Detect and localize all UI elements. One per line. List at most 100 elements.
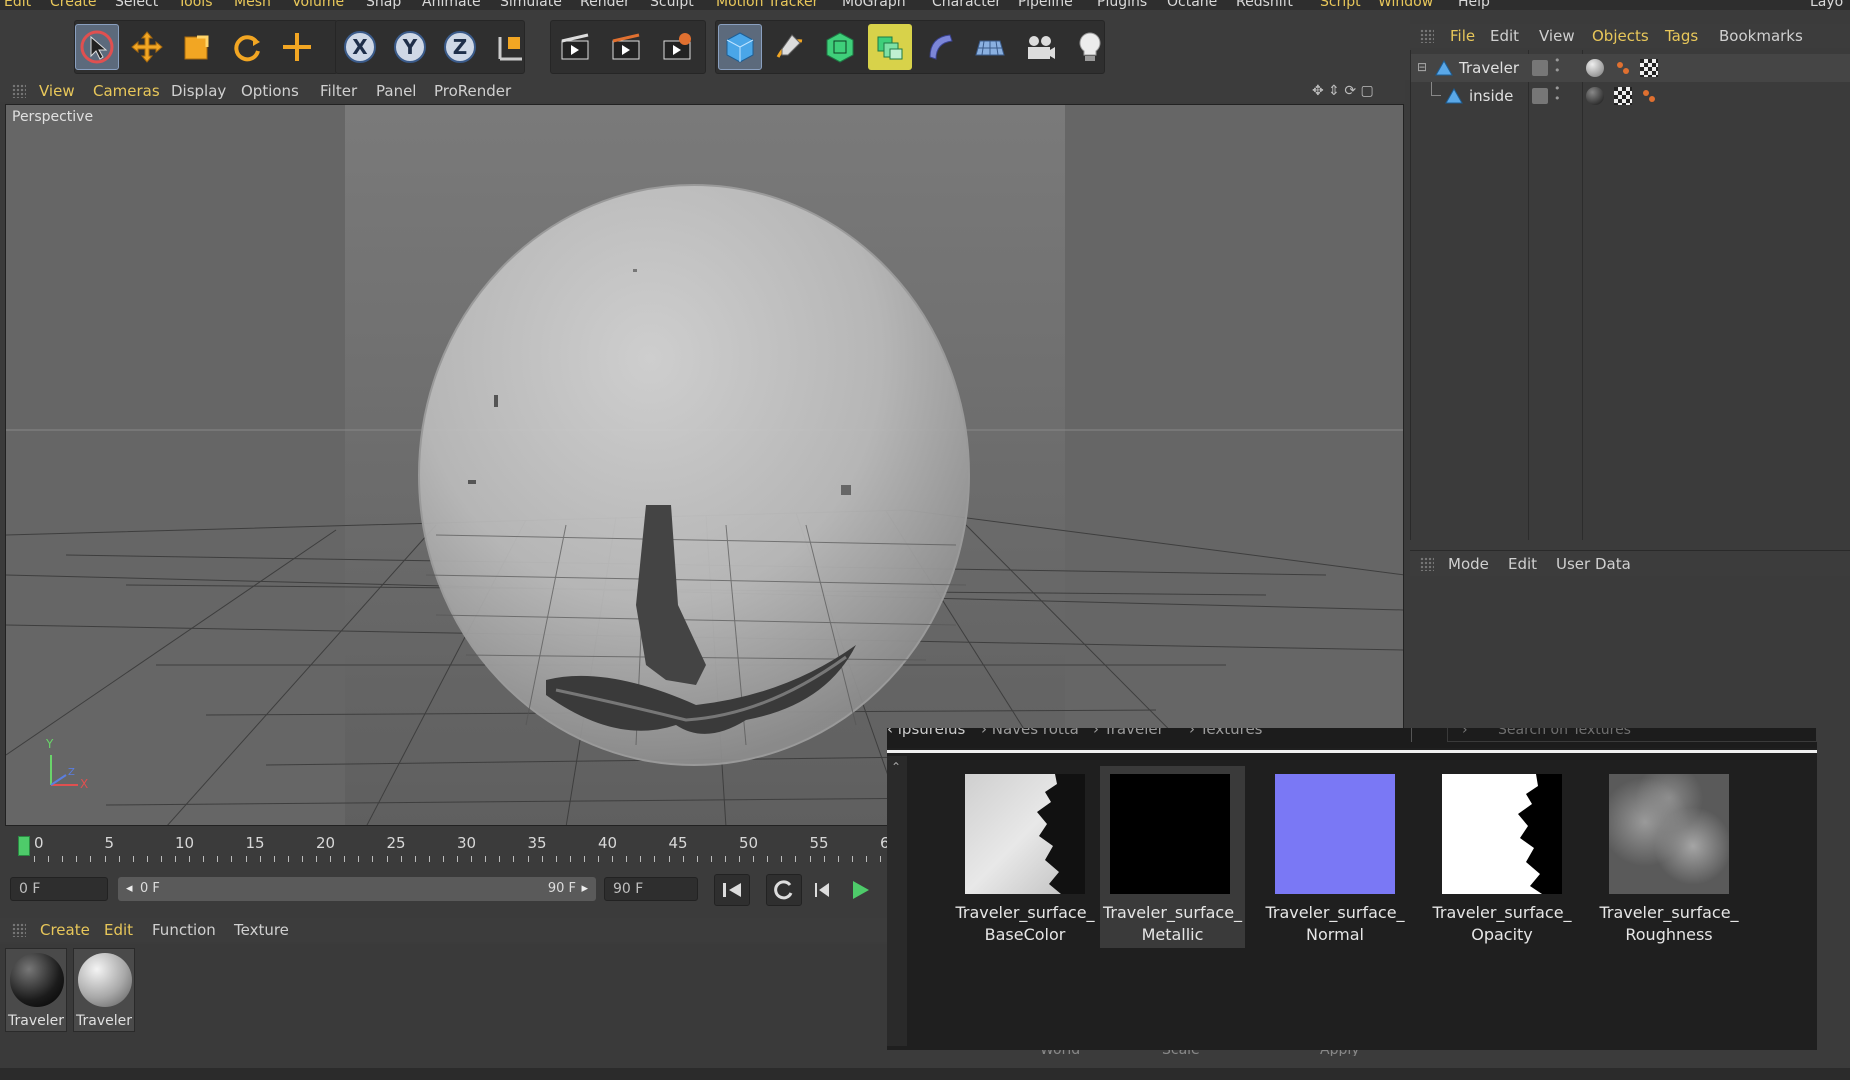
material-tag-icon[interactable] [1586,87,1604,105]
viewport-menu-filter[interactable]: Filter [320,82,357,100]
coordinate-system-button[interactable] [488,24,532,70]
perspective-viewport[interactable]: Perspective Y X Z [5,104,1404,826]
menu-octane[interactable]: Octane [1167,0,1217,10]
object-menu-bookmarks[interactable]: Bookmarks [1719,27,1803,45]
object-menu-edit[interactable]: Edit [1490,27,1519,45]
breadcrumb-item[interactable]: › Textures [1189,728,1263,738]
menu-pipeline[interactable]: Pipeline [1018,0,1073,10]
range-right-arrow-icon[interactable]: ▸ [581,877,588,901]
viewport-menu-cameras[interactable]: Cameras [93,82,160,100]
menu-create[interactable]: Create [50,0,97,10]
end-frame-field[interactable]: 90 F [604,877,698,901]
render-picture-viewer-button[interactable] [604,24,648,70]
texture-browser-scrollbar[interactable]: ⌃ [887,756,907,1046]
tree-expand-icon[interactable]: ⊟ [1417,60,1427,74]
preview-range-slider[interactable]: ◂ 0 F 90 F ▸ [118,877,596,901]
cube-object-button[interactable] [718,24,762,70]
texture-item-metallic[interactable]: Traveler_surface_ Metallic [1100,766,1245,948]
menu-script[interactable]: Script [1320,0,1361,10]
object-row-traveler[interactable]: ⊟ Traveler • • [1411,54,1850,82]
menu-sculpt[interactable]: Sculpt [650,0,694,10]
texture-search-input[interactable]: › Search on Textures [1447,728,1817,742]
checker-tag-icon[interactable] [1614,87,1632,105]
viewport-nav-icons[interactable]: ✥ ⇕ ⟳ ▢ [1312,83,1374,99]
camera-button[interactable] [1018,24,1062,70]
range-left-arrow-icon[interactable]: ◂ [126,877,133,901]
checker-tag-icon[interactable] [1640,59,1658,77]
menu-mesh[interactable]: Mesh [234,0,271,10]
menu-tools[interactable]: Tools [178,0,213,10]
y-axis-toggle[interactable]: Y [388,24,432,70]
object-menu-objects[interactable]: Objects [1592,27,1649,45]
menu-simulate[interactable]: Simulate [500,0,562,10]
panel-grip-icon[interactable] [12,923,26,937]
material-tag-icon[interactable] [1586,59,1604,77]
material-menu-edit[interactable]: Edit [104,921,133,939]
menu-motion-tracker[interactable]: Motion Tracker [716,0,818,10]
material-menu-create[interactable]: Create [40,921,90,939]
cloner-button[interactable] [868,24,912,70]
menu-mograph[interactable]: MoGraph [842,0,906,10]
texture-item-roughness[interactable]: Traveler_surface_ Roughness [1586,766,1739,948]
menu-character[interactable]: Character [932,0,1001,10]
menu-redshift[interactable]: Redshift [1236,0,1293,10]
material-menu-function[interactable]: Function [152,921,216,939]
menu-snap[interactable]: Snap [366,0,401,10]
menu-help[interactable]: Help [1458,0,1490,10]
subdivision-button[interactable] [818,24,862,70]
object-menu-tags[interactable]: Tags [1665,27,1698,45]
panel-grip-icon[interactable] [1420,557,1434,571]
select-tool-button[interactable] [75,24,119,70]
viewport-menu-display[interactable]: Display [171,82,226,100]
scale-tool-button[interactable] [175,24,219,70]
breadcrumb-item[interactable]: ‹ ipsurelus [887,728,965,738]
play-button[interactable] [842,874,878,906]
menu-select[interactable]: Select [115,0,158,10]
timeline-playhead[interactable] [18,836,30,856]
pen-spline-button[interactable] [768,24,812,70]
attribute-menu-edit[interactable]: Edit [1508,555,1537,573]
current-frame-field[interactable]: 0 F [10,877,108,901]
menu-layout[interactable]: Layo [1810,0,1843,10]
menu-volume[interactable]: Volume [292,0,344,10]
render-settings-button[interactable] [655,24,699,70]
floor-button[interactable] [968,24,1012,70]
breadcrumb-item[interactable]: › Traveler [1093,728,1164,738]
object-row-inside[interactable]: inside • • [1411,82,1850,110]
object-menu-file[interactable]: File [1450,27,1475,45]
material-slot[interactable]: Traveler [5,948,67,1032]
material-slot[interactable]: Traveler [73,948,135,1032]
menu-edit[interactable]: Edit [4,0,31,10]
light-button[interactable] [1068,24,1112,70]
render-visibility-dots-icon[interactable]: • • [1554,55,1561,76]
attribute-menu-mode[interactable]: Mode [1448,555,1489,573]
texture-tag-icon[interactable] [1640,87,1658,105]
material-menu-texture[interactable]: Texture [234,921,289,939]
loop-button[interactable] [766,874,802,906]
scroll-up-icon[interactable]: ⌃ [891,760,901,774]
step-back-button[interactable] [806,874,842,906]
viewport-menu-options[interactable]: Options [241,82,299,100]
texture-item-opacity[interactable]: Traveler_surface_ Opacity [1419,766,1572,948]
layer-visibility-icon[interactable] [1532,60,1548,76]
live-select-button[interactable] [275,24,319,70]
layer-visibility-icon[interactable] [1532,88,1548,104]
menu-animate[interactable]: Animate [422,0,481,10]
panel-grip-icon[interactable] [1420,29,1434,43]
render-visibility-dots-icon[interactable]: • • [1554,83,1561,104]
move-tool-button[interactable] [125,24,169,70]
texture-tag-icon[interactable] [1614,59,1632,77]
menu-render[interactable]: Render [580,0,630,10]
menu-window[interactable]: Window [1378,0,1433,10]
object-menu-view[interactable]: View [1539,27,1575,45]
menu-plugins[interactable]: Plugins [1097,0,1147,10]
viewport-menu-panel[interactable]: Panel [376,82,416,100]
breadcrumb-item[interactable]: › Naves rotta [981,728,1079,738]
render-view-button[interactable] [553,24,597,70]
timeline-ruler[interactable]: 051015202530354045505560 [0,828,899,868]
z-axis-toggle[interactable]: Z [438,24,482,70]
texture-item-basecolor[interactable]: Traveler_surface_ BaseColor [942,766,1095,948]
panel-grip-icon[interactable] [12,84,26,98]
viewport-menu-prorender[interactable]: ProRender [434,82,511,100]
viewport-menu-view[interactable]: View [39,82,75,100]
